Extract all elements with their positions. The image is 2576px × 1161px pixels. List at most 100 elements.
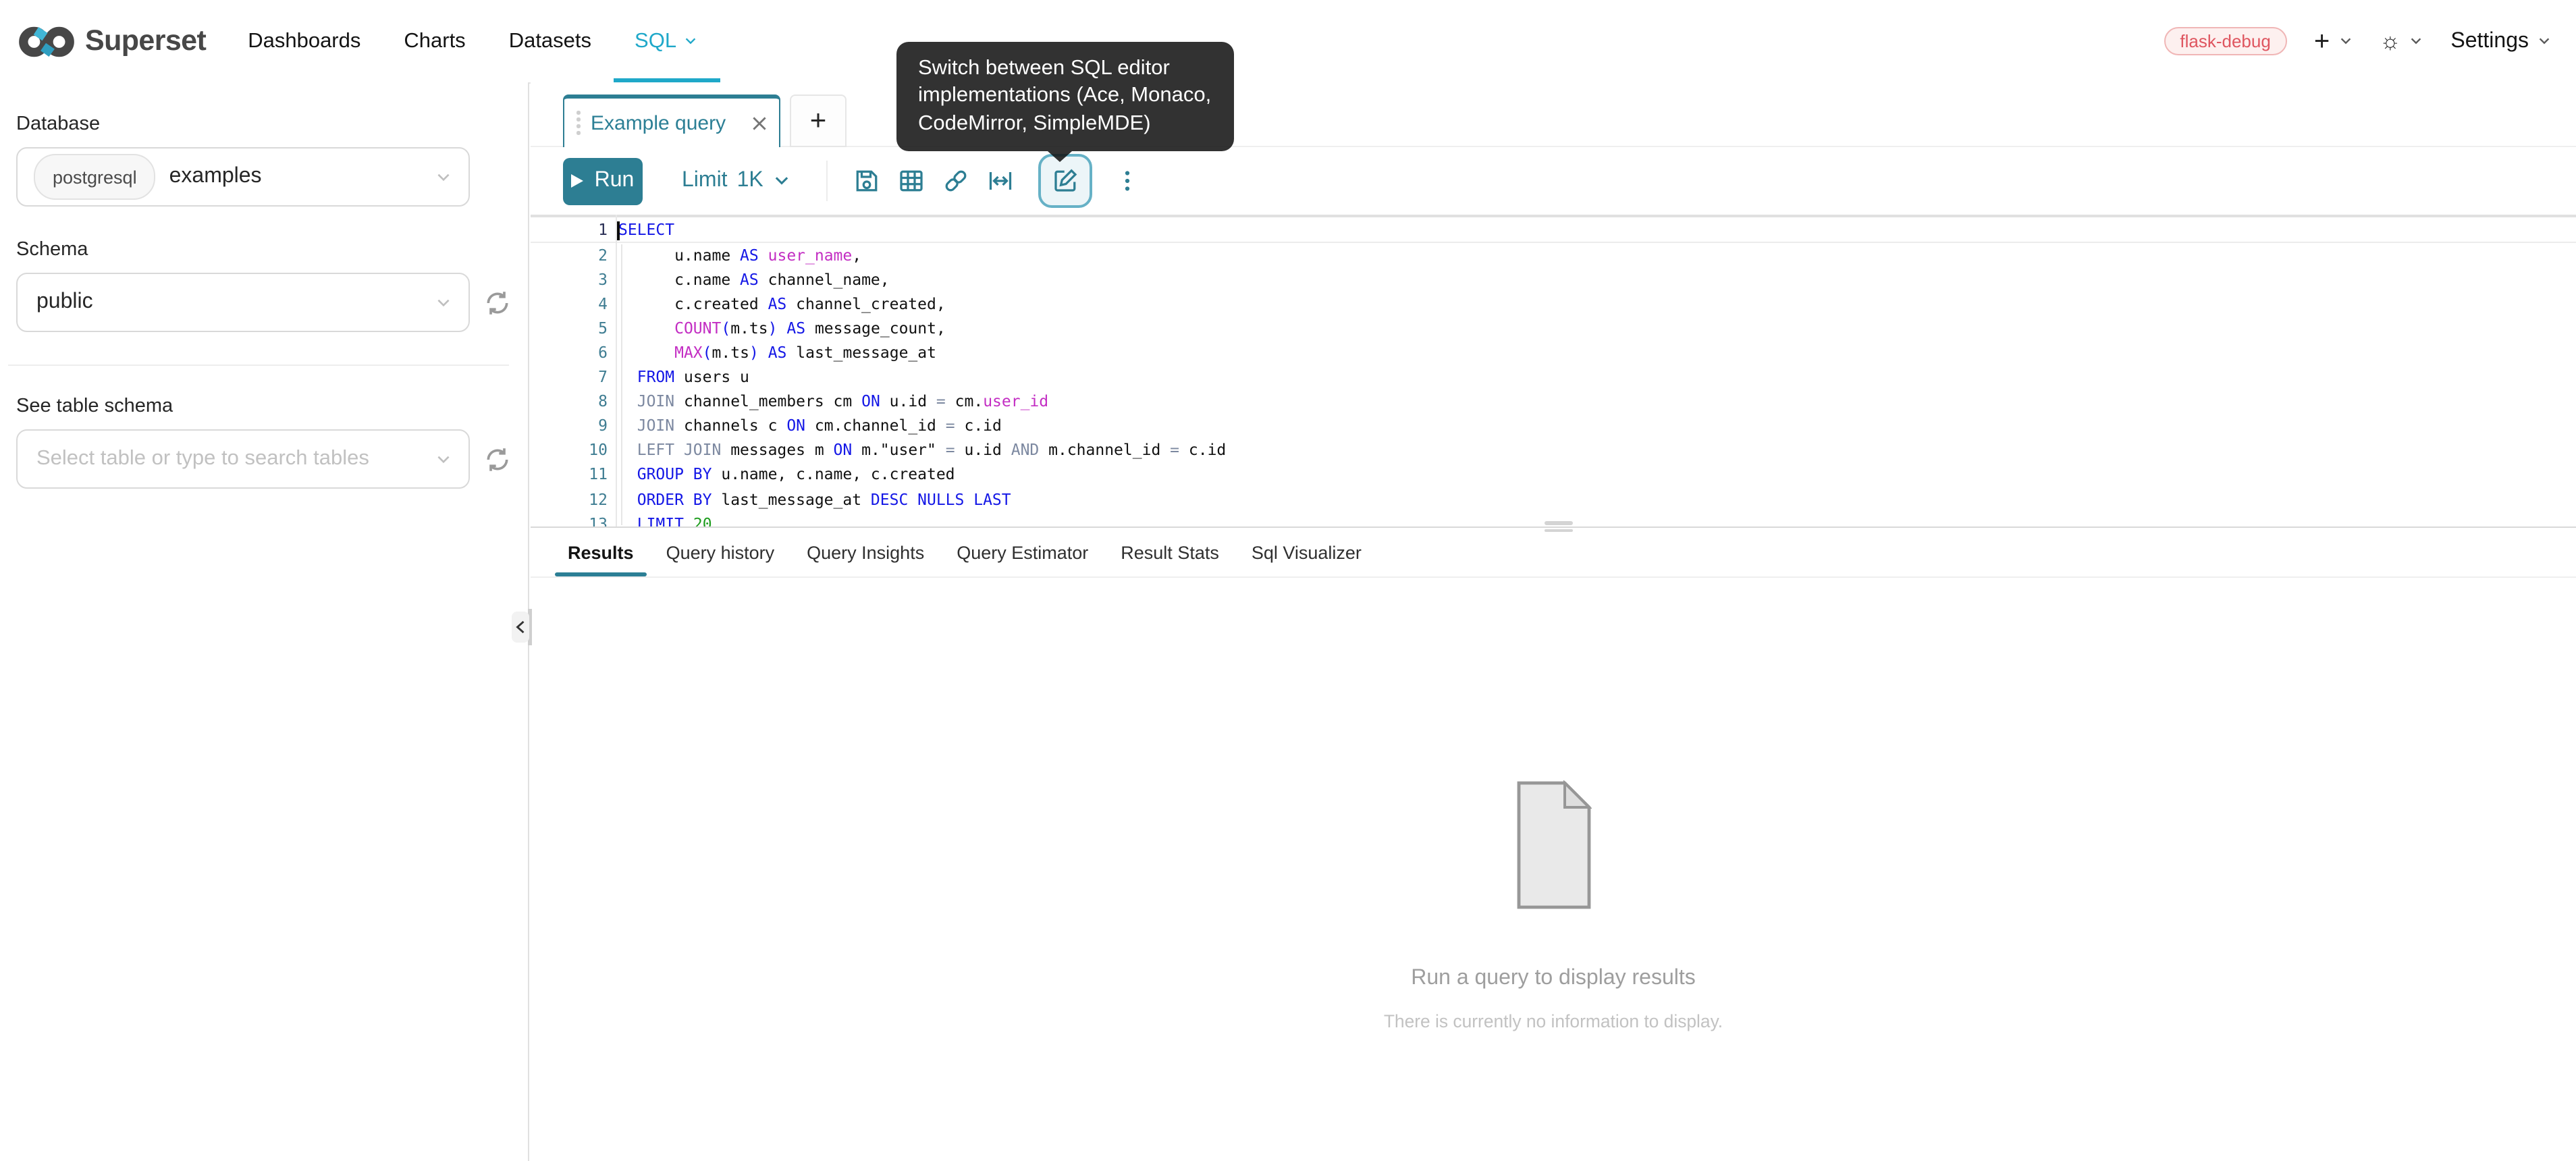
chevron-down-icon [435, 168, 452, 186]
empty-state-title: Run a query to display results [531, 967, 2576, 991]
results-tab-query-insights[interactable]: Query Insights [794, 528, 937, 576]
code-line: 5 COUNT(m.ts) AS message_count, [531, 316, 2576, 340]
switch-editor-button[interactable] [1039, 154, 1093, 208]
results-tab-query-history[interactable]: Query history [653, 528, 788, 576]
nav-item-label: SQL [635, 29, 676, 53]
text-cursor [617, 221, 620, 240]
code-line: 2 u.name AS user_name, [531, 243, 2576, 267]
drag-handle-icon[interactable] [576, 111, 580, 135]
editor-tabstrip: Example query + [531, 82, 2576, 147]
switch-editor-tooltip: Switch between SQL editorimplementations… [896, 42, 1234, 151]
nav-item-datasets[interactable]: Datasets [509, 0, 591, 82]
database-select[interactable]: postgresql examples [16, 147, 470, 207]
results-tab-results[interactable]: Results [555, 528, 647, 576]
tooltip-text-line: Switch between SQL editor [918, 55, 1212, 83]
navbar: Superset Dashboards Charts Datasets SQL fla… [0, 0, 2576, 84]
refresh-tables-icon[interactable] [483, 445, 512, 473]
results-tabbar: ResultsQuery historyQuery InsightsQuery … [531, 529, 2576, 577]
play-icon [572, 174, 584, 188]
code-text: COUNT(m.ts) AS message_count, [608, 316, 946, 340]
chevron-down-icon [435, 294, 452, 311]
line-number: 3 [531, 267, 608, 292]
sql-lab-page: Superset Dashboards Charts Datasets SQL fla… [0, 0, 2576, 1161]
code-text: ORDER BY last_message_at DESC NULLS LAST [608, 487, 1011, 511]
results-tab-sql-visualizer[interactable]: Sql Visualizer [1239, 528, 1374, 576]
save-query-icon[interactable] [854, 154, 881, 208]
settings-menu[interactable]: Settings [2450, 29, 2552, 53]
run-query-button[interactable]: Run [563, 157, 643, 205]
add-tab-button[interactable]: + [790, 94, 847, 147]
indent-guide [621, 244, 622, 525]
editor-tab-label: Example query [591, 111, 726, 134]
close-tab-icon[interactable] [750, 114, 768, 132]
superset-logo[interactable]: Superset [18, 24, 206, 59]
refresh-schemas-icon[interactable] [483, 288, 512, 317]
table-select-placeholder: Select table or type to search tables [36, 447, 369, 471]
line-number: 8 [531, 389, 608, 414]
nav-item-label: Dashboards [248, 29, 360, 53]
code-text: GROUP BY u.name, c.name, c.created [608, 462, 955, 487]
chevron-down-icon [2338, 34, 2353, 49]
results-tab-result-stats[interactable]: Result Stats [1108, 528, 1232, 576]
code-line: 8 JOIN channel_members cm ON u.id = cm.u… [531, 389, 2576, 414]
nav-item-dashboards[interactable]: Dashboards [248, 0, 360, 82]
infinity-logo-icon [18, 24, 76, 59]
collapse-sidebar-button[interactable] [512, 612, 529, 643]
estimate-cost-icon[interactable] [898, 154, 925, 208]
more-options-icon[interactable] [1115, 154, 1142, 208]
code-line: 4 c.created AS channel_created, [531, 292, 2576, 316]
code-text: LIMIT 20 [608, 511, 712, 526]
nav-item-label: Charts [404, 29, 465, 53]
gutter-separator [615, 215, 616, 526]
results-empty-state: Run a query to display results There is … [531, 780, 2576, 1031]
results-tab-query-estimator[interactable]: Query Estimator [944, 528, 1101, 576]
navbar-right: flask-debug + ☼ Settings [2164, 27, 2576, 55]
editor-toolbar: Run Limit 1K [531, 147, 2576, 215]
code-line: 1SELECT [531, 217, 2576, 243]
nav-item-label: Datasets [509, 29, 591, 53]
code-text: u.name AS user_name, [608, 243, 861, 267]
tab-example-query[interactable]: Example query [563, 94, 780, 147]
schema-label: Schema [16, 239, 509, 261]
code-line: 12 ORDER BY last_message_at DESC NULLS L… [531, 487, 2576, 511]
schema-select-value: public [36, 290, 93, 315]
nav-item-sql[interactable]: SQL [635, 0, 698, 82]
code-text: c.name AS channel_name, [608, 267, 890, 292]
brand-name: Superset [85, 24, 206, 58]
limit-dropdown[interactable]: Limit 1K [682, 169, 792, 193]
database-label: Database [16, 113, 509, 135]
line-number: 7 [531, 365, 608, 389]
line-number: 10 [531, 438, 608, 462]
code-line: 3 c.name AS channel_name, [531, 267, 2576, 292]
chevron-down-icon [2409, 34, 2423, 49]
nav-item-charts[interactable]: Charts [404, 0, 465, 82]
database-engine-tag: postgresql [34, 154, 156, 200]
code-text: LEFT JOIN messages m ON m."user" = u.id … [608, 438, 1226, 462]
line-number: 13 [531, 511, 608, 526]
pane-resize-grip[interactable] [1545, 521, 1573, 524]
toolbar-divider [827, 161, 828, 201]
empty-state-subtitle: There is currently no information to dis… [531, 1011, 2576, 1031]
theme-menu[interactable]: ☼ [2380, 30, 2423, 53]
settings-label: Settings [2450, 29, 2529, 53]
copy-link-icon[interactable] [943, 154, 970, 208]
plus-icon: + [2314, 28, 2330, 55]
format-sql-icon[interactable] [988, 154, 1015, 208]
line-number: 11 [531, 462, 608, 487]
code-text: FROM users u [608, 365, 749, 389]
sidebar-divider [8, 364, 509, 366]
main-nav: Dashboards Charts Datasets SQL [248, 0, 698, 82]
table-select[interactable]: Select table or type to search tables [16, 429, 470, 489]
plus-icon: + [810, 105, 827, 137]
new-item-menu[interactable]: + [2314, 28, 2353, 55]
environment-badge: flask-debug [2164, 27, 2286, 55]
code-text: JOIN channel_members cm ON u.id = cm.use… [608, 389, 1048, 414]
chevron-down-icon [683, 34, 698, 49]
sql-code-editor[interactable]: 1SELECT2 u.name AS user_name,3 c.name AS… [531, 215, 2576, 526]
schema-select[interactable]: public [16, 273, 470, 332]
chevron-down-icon [2537, 34, 2552, 49]
line-number: 2 [531, 243, 608, 267]
line-number: 12 [531, 487, 608, 511]
tooltip-text-line: CodeMirror, SimpleMDE) [918, 111, 1212, 138]
database-select-value: examples [169, 165, 262, 189]
